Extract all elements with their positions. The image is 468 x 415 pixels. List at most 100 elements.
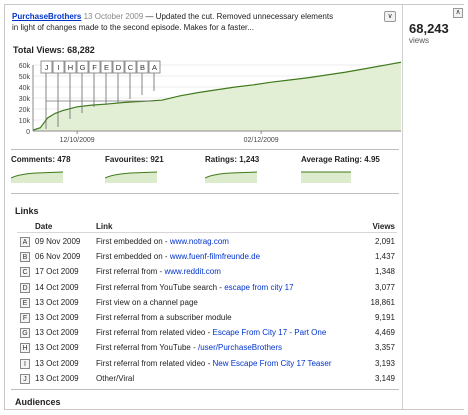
table-row: B 06 Nov 2009 First embedded on - www.fuen… bbox=[17, 250, 397, 263]
stat-ratings: Ratings: 1,243 bbox=[205, 155, 260, 164]
row-views: 1,348 bbox=[374, 267, 395, 277]
y-tick-label: 50k bbox=[19, 74, 31, 81]
marker-label: G bbox=[80, 63, 86, 72]
row-date: 14 Oct 2009 bbox=[35, 282, 79, 292]
views-count: 68,243 bbox=[409, 21, 449, 36]
row-link[interactable]: escape from city 17 bbox=[224, 283, 293, 292]
separator bbox=[11, 389, 399, 390]
row-link[interactable]: www.notrag.com bbox=[170, 237, 229, 246]
row-marker-badge[interactable]: F bbox=[20, 313, 30, 323]
row-link-text: First referral from YouTube search - bbox=[96, 282, 225, 292]
row-link-text: First referral from a subscriber module bbox=[96, 313, 232, 322]
row-link[interactable]: www.reddit.com bbox=[164, 267, 220, 276]
row-link-cell: First referral from YouTube - /user/Purc… bbox=[96, 343, 282, 352]
row-link-text: First embedded on - bbox=[96, 252, 170, 262]
row-link-text: First view on a channel page bbox=[96, 297, 198, 307]
y-tick-label: 30k bbox=[19, 96, 31, 103]
row-date: 13 Oct 2009 bbox=[35, 343, 79, 353]
column-header-views: Views bbox=[372, 222, 395, 231]
column-header-date: Date bbox=[35, 222, 53, 231]
row-link[interactable]: New Escape From City 17 Teaser bbox=[212, 359, 331, 368]
stat-average-rating: Average Rating: 4.95 bbox=[301, 155, 380, 164]
marker-label: J bbox=[45, 63, 49, 72]
ratings-sparkline bbox=[205, 171, 257, 183]
row-link-cell: First embedded on - www.fuenf-filmfreund… bbox=[96, 252, 260, 261]
row-link-cell: First view on a channel page bbox=[96, 298, 198, 307]
row-link-cell: First referral from related video - Esca… bbox=[96, 328, 326, 337]
average-rating-sparkline bbox=[301, 171, 351, 183]
table-row: F 13 Oct 2009 First referral from a subscr… bbox=[17, 311, 397, 324]
comment-user-link[interactable]: PurchaseBrothers bbox=[12, 12, 81, 21]
row-views: 3,077 bbox=[374, 282, 395, 292]
row-marker-badge[interactable]: E bbox=[20, 297, 30, 308]
row-link-text: First referral from YouTube - bbox=[96, 343, 198, 353]
stat-comments: Comments: 478 bbox=[11, 155, 71, 164]
y-tick-label: 0 bbox=[26, 129, 30, 136]
row-link-cell: First referral from YouTube search - esc… bbox=[96, 283, 294, 292]
marker-label: B bbox=[140, 63, 145, 72]
row-marker-badge[interactable]: J bbox=[20, 373, 30, 384]
views-sidebar: ∧ 68,243 views bbox=[402, 5, 464, 409]
row-views: 1,437 bbox=[374, 252, 395, 262]
row-marker-badge[interactable]: G bbox=[20, 328, 30, 339]
row-link-text: First embedded on - bbox=[96, 237, 170, 246]
row-link-text: First referral from related video - bbox=[96, 358, 213, 368]
views-chart: 0 10k 20k 30k 40k 50k 60k 12/10/2009 02/12/2009 J… bbox=[13, 57, 403, 147]
row-link-text: First referral from related video - bbox=[96, 328, 213, 338]
stat-favourites: Favourites: 921 bbox=[105, 155, 164, 164]
row-date: 09 Nov 2009 bbox=[35, 237, 81, 246]
table-row: I 13 Oct 2009 First referral from related … bbox=[17, 357, 397, 370]
views-chart-svg: 0 10k 20k 30k 40k 50k 60k 12/10/2009 02/12/2009 J… bbox=[19, 60, 402, 144]
links-table-header: Date Link Views bbox=[17, 220, 397, 233]
total-views-label: Total Views: 68,282 bbox=[13, 45, 95, 55]
row-views: 18,861 bbox=[370, 297, 395, 307]
expand-comment-button[interactable]: ∨ bbox=[384, 11, 396, 22]
y-tick-label: 40k bbox=[19, 85, 31, 92]
row-link-cell: First referral from related video - New … bbox=[96, 359, 332, 368]
separator bbox=[11, 193, 399, 194]
row-marker-badge[interactable]: A bbox=[20, 237, 30, 247]
row-date: 13 Oct 2009 bbox=[35, 373, 79, 383]
row-marker-badge[interactable]: D bbox=[20, 282, 30, 293]
favourites-sparkline bbox=[105, 171, 157, 183]
row-views: 3,193 bbox=[374, 358, 395, 368]
row-link-text: Other/Viral bbox=[96, 373, 135, 383]
x-tick-label: 12/10/2009 bbox=[60, 137, 95, 144]
table-row: J 13 Oct 2009 Other/Viral 3,149 bbox=[17, 372, 397, 385]
comments-sparkline bbox=[11, 171, 63, 183]
row-date: 13 Oct 2009 bbox=[35, 297, 79, 307]
marker-label: F bbox=[92, 63, 97, 72]
row-marker-badge[interactable]: H bbox=[20, 343, 30, 354]
row-link[interactable]: /user/PurchaseBrothers bbox=[198, 343, 282, 352]
row-date: 13 Oct 2009 bbox=[35, 358, 79, 368]
row-link[interactable]: www.fuenf-filmfreunde.de bbox=[170, 252, 260, 261]
row-link[interactable]: Escape From City 17 - Part One bbox=[212, 328, 326, 337]
insight-main: PurchaseBrothers 13 October 2009 — Updat… bbox=[5, 5, 402, 409]
row-date: 13 Oct 2009 bbox=[35, 328, 79, 338]
video-comment: PurchaseBrothers 13 October 2009 — Updat… bbox=[12, 11, 382, 33]
collapse-button[interactable]: ∧ bbox=[453, 8, 463, 18]
row-views: 9,191 bbox=[374, 313, 395, 322]
row-marker-badge[interactable]: B bbox=[20, 252, 30, 263]
marker-label: A bbox=[152, 63, 157, 72]
row-marker-badge[interactable]: I bbox=[20, 358, 30, 369]
row-date: 13 Oct 2009 bbox=[35, 313, 79, 322]
row-date: 06 Nov 2009 bbox=[35, 252, 81, 262]
table-row: G 13 Oct 2009 First referral from related … bbox=[17, 326, 397, 339]
y-tick-label: 60k bbox=[19, 63, 31, 70]
y-tick-label: 20k bbox=[19, 107, 31, 114]
double-chevron-up-icon: ∧ bbox=[455, 9, 461, 16]
audiences-section-title: Audiences bbox=[15, 397, 61, 407]
row-views: 4,469 bbox=[374, 328, 395, 338]
row-marker-badge[interactable]: C bbox=[20, 267, 30, 278]
row-link-cell: First embedded on - www.notrag.com bbox=[96, 237, 229, 246]
marker-label: D bbox=[116, 63, 122, 72]
row-link-cell: First referral from - www.reddit.com bbox=[96, 267, 221, 276]
comment-date: 13 October 2009 bbox=[83, 12, 144, 21]
row-views: 3,149 bbox=[374, 373, 395, 383]
row-views: 2,091 bbox=[374, 237, 395, 246]
chevron-down-icon: ∨ bbox=[387, 13, 393, 20]
table-row: D 14 Oct 2009 First referral from YouTube … bbox=[17, 281, 397, 294]
table-row: C 17 Oct 2009 First referral from - www.re… bbox=[17, 265, 397, 278]
table-row: E 13 Oct 2009 First view on a channel page… bbox=[17, 296, 397, 309]
